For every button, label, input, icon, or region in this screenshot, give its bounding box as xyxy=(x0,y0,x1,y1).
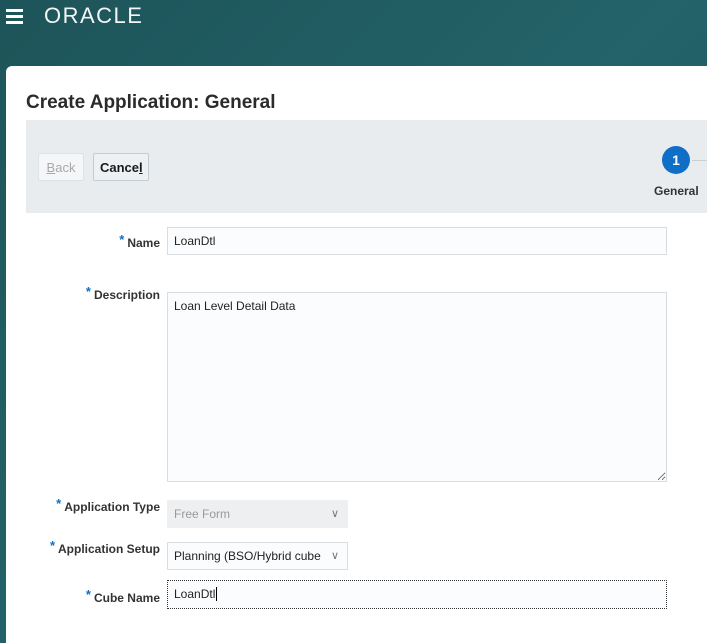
oracle-logo: ORACLE xyxy=(44,3,144,28)
description-textarea[interactable]: Loan Level Detail Data xyxy=(167,292,667,482)
application-setup-label: * Application Setup xyxy=(49,538,160,556)
train-connector xyxy=(692,160,707,161)
train-bar: Back Cancel 1 General xyxy=(26,120,707,213)
cube-name-label: * Cube Name xyxy=(85,587,160,605)
chevron-down-icon: ∨ xyxy=(330,508,339,520)
cube-name-input[interactable]: LoanDtl xyxy=(167,580,667,609)
hamburger-icon[interactable] xyxy=(6,9,23,24)
page-title: Create Application: General xyxy=(26,92,276,113)
train-stop-label: General xyxy=(654,184,699,198)
application-type-select[interactable]: Free Form ∨ xyxy=(167,500,348,528)
top-bar: ORACLE xyxy=(0,0,707,66)
back-button[interactable]: Back xyxy=(38,153,84,181)
name-label: * Name xyxy=(119,232,160,250)
application-setup-select[interactable]: Planning (BSO/Hybrid cube ∨ xyxy=(167,542,348,570)
train-stop-general[interactable]: 1 xyxy=(662,146,690,174)
name-input[interactable] xyxy=(167,227,667,255)
text-cursor xyxy=(216,587,218,601)
chevron-down-icon: ∨ xyxy=(330,550,339,562)
application-type-label: * Application Type xyxy=(56,496,160,514)
description-label: * Description xyxy=(85,284,160,302)
cancel-button[interactable]: Cancel xyxy=(93,153,149,181)
main-panel: Create Application: General Back Cancel … xyxy=(6,66,707,643)
